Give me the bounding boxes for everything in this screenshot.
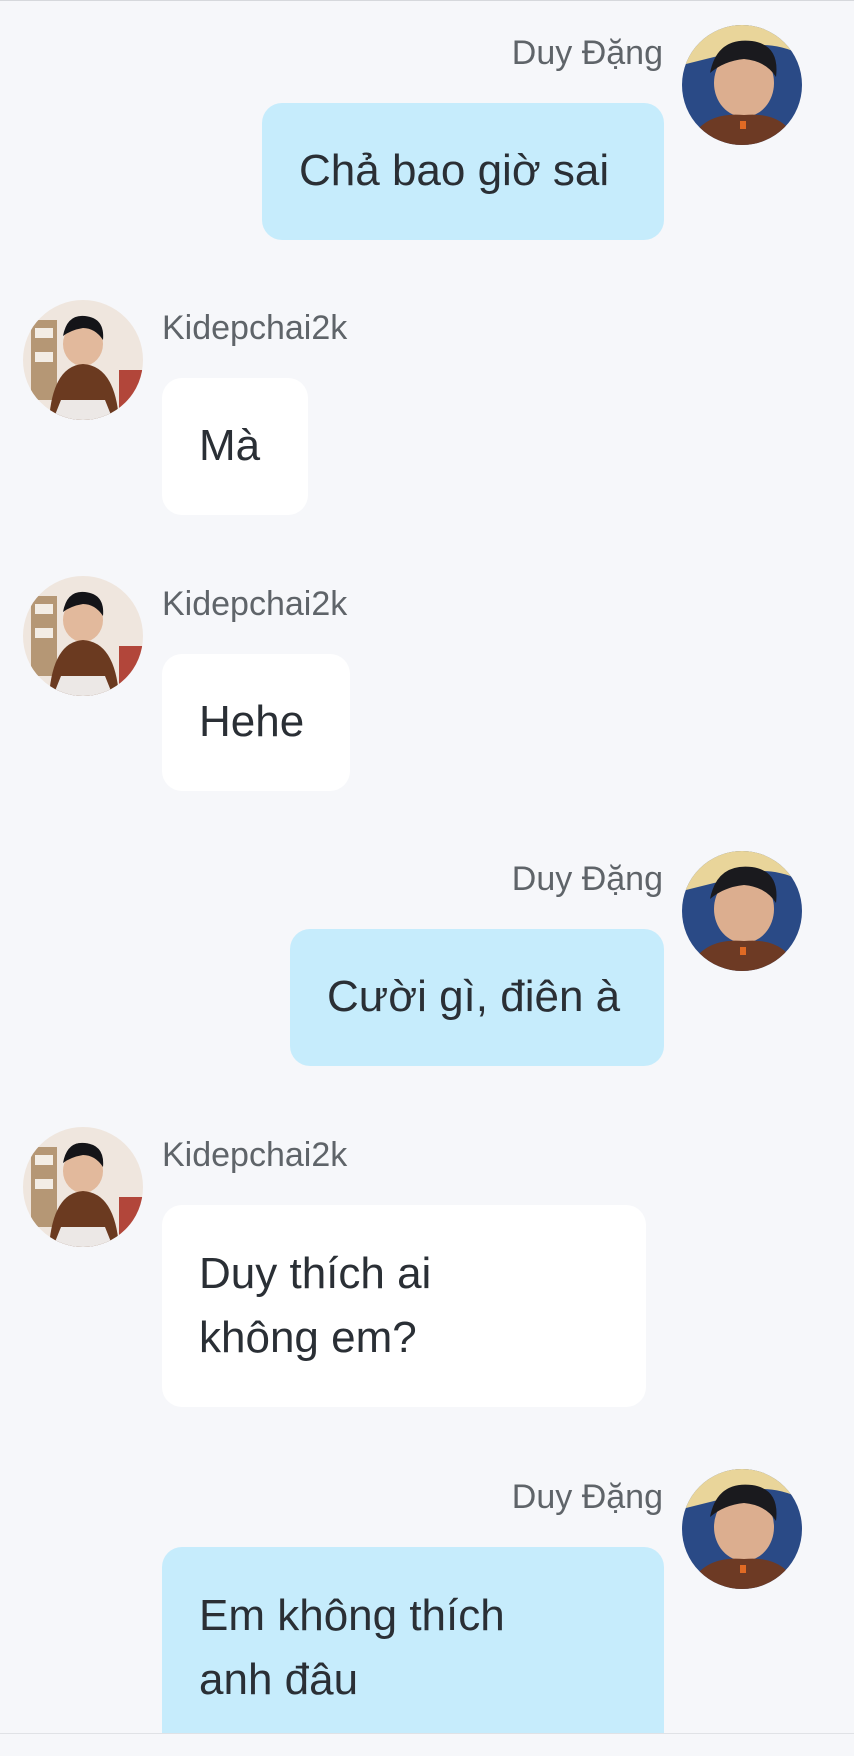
sender-name: Kidepchai2k: [162, 309, 348, 347]
avatar-duy-dang[interactable]: [682, 25, 802, 145]
chat-message: Duy Đặng Chả bao giờ sai: [0, 25, 854, 245]
sender-name: Kidepchai2k: [162, 585, 348, 623]
message-text-line: Cười gì, điên à: [327, 972, 621, 1021]
chat-message: Duy Đặng Cười gì, điên à: [0, 851, 854, 1071]
message-bubble[interactable]: Cười gì, điên à: [290, 929, 664, 1066]
avatar-duy-dang-icon: [682, 851, 802, 971]
avatar-kidepchai2k[interactable]: [23, 576, 143, 696]
message-text-line: anh đâu: [199, 1655, 359, 1704]
message-bubble[interactable]: Hehe: [162, 654, 350, 791]
sender-name: Duy Đặng: [511, 860, 663, 898]
message-text-line: Chả bao giờ sai: [299, 146, 610, 195]
chat-message: Kidepchai2k Duy thích ai không em?: [0, 1127, 854, 1417]
chat-message: Kidepchai2k Mà: [0, 300, 854, 520]
avatar-kidepchai2k[interactable]: [23, 1127, 143, 1247]
message-bubble[interactable]: Em không thích anh đâu: [162, 1547, 664, 1733]
sender-name: Duy Đặng: [511, 1478, 663, 1516]
chat-message: Kidepchai2k Hehe: [0, 576, 854, 796]
avatar-duy-dang[interactable]: [682, 1469, 802, 1589]
chat-message: Duy Đặng Em không thích anh đâu: [0, 1469, 854, 1733]
message-text-line: Mà: [199, 421, 261, 470]
avatar-kidepchai2k[interactable]: [23, 300, 143, 420]
avatar-kidepchai2k-icon: [23, 576, 143, 696]
top-divider: [0, 0, 854, 1]
avatar-kidepchai2k-icon: [23, 1127, 143, 1247]
sender-name: Kidepchai2k: [162, 1136, 348, 1174]
avatar-kidepchai2k-icon: [23, 300, 143, 420]
message-text-line: không em?: [199, 1313, 417, 1362]
message-text-line: Em không thích: [199, 1591, 505, 1640]
message-bubble[interactable]: Mà: [162, 378, 308, 515]
sender-name: Duy Đặng: [511, 34, 663, 72]
avatar-duy-dang-icon: [682, 1469, 802, 1589]
message-bubble[interactable]: Duy thích ai không em?: [162, 1205, 646, 1407]
message-text-line: Hehe: [199, 697, 305, 746]
message-bubble[interactable]: Chả bao giờ sai: [262, 103, 664, 240]
avatar-duy-dang[interactable]: [682, 851, 802, 971]
message-text-line: Duy thích ai: [199, 1249, 432, 1298]
avatar-duy-dang-icon: [682, 25, 802, 145]
bottom-divider: [0, 1733, 854, 1734]
